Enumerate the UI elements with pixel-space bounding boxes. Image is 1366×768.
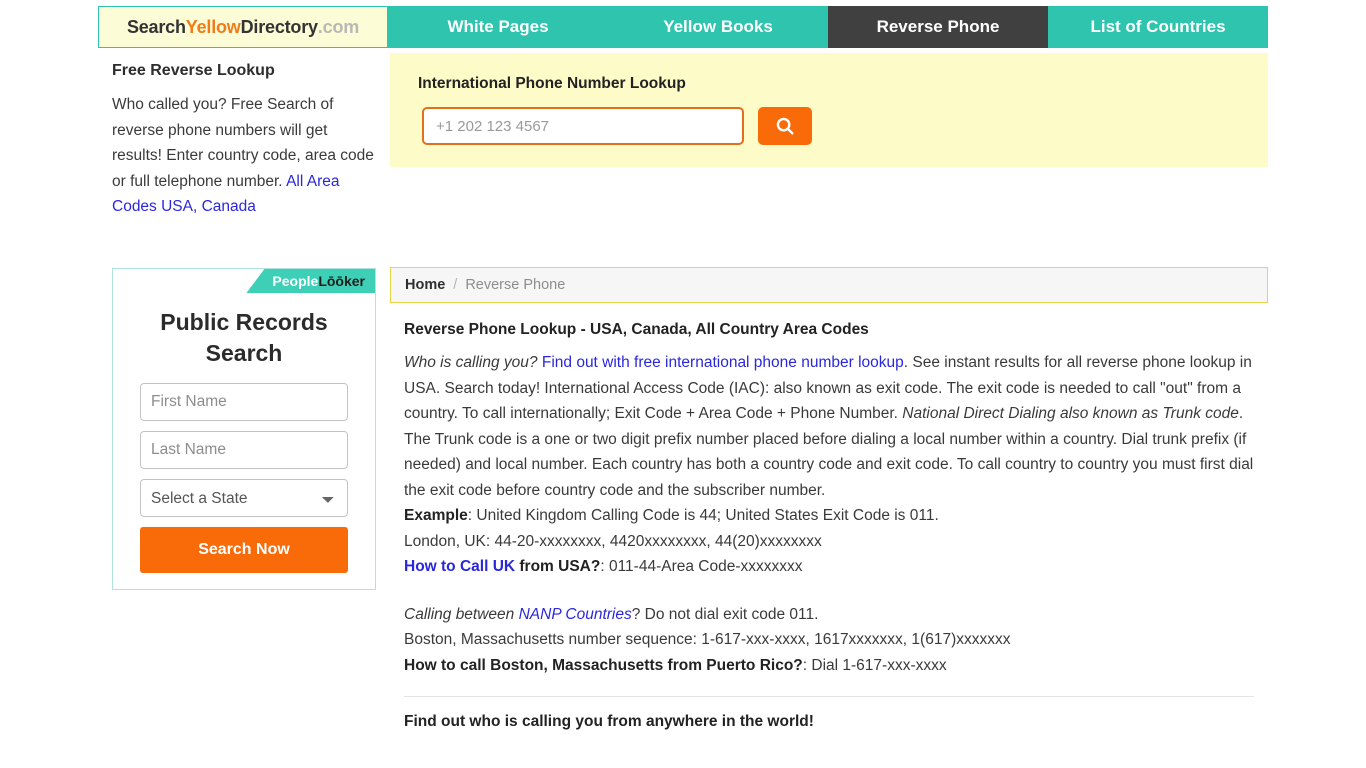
logo-text-yellow: Yellow [185, 16, 241, 37]
article-p1-italic-lead: Who is calling you? [404, 354, 538, 371]
phone-search-button[interactable] [758, 107, 812, 145]
example-label: Example [404, 507, 468, 524]
article-footer-heading: Find out who is calling you from anywher… [404, 713, 814, 730]
article-title: Reverse Phone Lookup - USA, Canada, All … [404, 321, 869, 338]
breadcrumb-separator: / [453, 277, 458, 293]
peoplelooker-logo-people: People [272, 273, 319, 289]
logo-text-search: Search [126, 16, 186, 37]
phone-lookup-heading: International Phone Number Lookup [418, 75, 686, 92]
main-content: Home / Reverse Phone Reverse Phone Looku… [390, 267, 1268, 731]
boston-tail: : Dial 1-617-xxx-xxxx [802, 656, 947, 674]
free-international-lookup-link[interactable]: Find out with free international phone n… [542, 354, 904, 371]
site-logo[interactable]: Search Yellow Directory .com [98, 6, 388, 48]
phone-number-input[interactable] [422, 107, 744, 145]
peoplelooker-banner-wrap: People Lōōker [113, 269, 375, 293]
search-now-button[interactable]: Search Now [140, 527, 348, 573]
boston-line: Boston, Massachusetts number sequence: 1… [404, 631, 1011, 648]
nav-label-white-pages: White Pages [447, 17, 549, 36]
nav-item-white-pages[interactable]: White Pages [388, 6, 608, 48]
example-text: : United Kingdom Calling Code is 44; Uni… [467, 507, 939, 524]
first-name-input[interactable] [140, 383, 348, 421]
article: Reverse Phone Lookup - USA, Canada, All … [390, 303, 1268, 731]
peoplelooker-logo: People Lōōker [246, 269, 375, 293]
breadcrumb-current: Reverse Phone [465, 277, 566, 293]
nanp-lead: Calling between [404, 605, 519, 623]
boston-bold: How to call Boston, Massachusetts from P… [404, 656, 803, 674]
content-divider [404, 696, 1254, 697]
site-header: Search Yellow Directory .com White Pages Ye… [98, 6, 1268, 48]
sidebar-intro: Free Reverse Lookup Who called you? Free… [112, 60, 380, 220]
breadcrumb: Home / Reverse Phone [390, 267, 1268, 303]
main-nav: White Pages Yellow Books Reverse Phone L… [388, 6, 1268, 48]
page-root: Search Yellow Directory .com White Pages Ye… [0, 0, 1366, 768]
logo-text-directory: Directory [240, 16, 318, 37]
uk-tail: : 011-44-Area Code-xxxxxxxx [600, 558, 803, 575]
last-name-input[interactable] [140, 431, 348, 469]
nav-label-list-of-countries: List of Countries [1090, 17, 1226, 36]
state-select[interactable]: Select a State [140, 479, 348, 517]
uk-bold-rest: from USA? [515, 558, 601, 575]
london-line: London, UK: 44-20-xxxxxxxx, 4420xxxxxxxx… [404, 532, 822, 550]
nanp-tail: ? Do not dial exit code 011. [631, 605, 819, 623]
nanp-countries-link[interactable]: NANP Countries [519, 606, 632, 623]
nav-label-reverse-phone: Reverse Phone [876, 17, 1000, 36]
phone-lookup-panel: International Phone Number Lookup [390, 53, 1268, 167]
widget-title: Public Records Search [160, 309, 328, 366]
article-paragraph-2: Calling between NANP Countries? Do not d… [404, 602, 1254, 679]
search-icon [774, 115, 796, 137]
article-paragraph-1: Who is calling you? Find out with free i… [404, 350, 1254, 580]
breadcrumb-home-link[interactable]: Home [405, 277, 445, 293]
nav-item-reverse-phone[interactable]: Reverse Phone [828, 6, 1048, 48]
sidebar-description: Who called you? Free Search of reverse p… [112, 92, 380, 220]
nav-label-yellow-books: Yellow Books [663, 17, 773, 36]
peoplelooker-widget: PeopleLōōker Public Records Search Selec… [112, 268, 376, 590]
nav-item-yellow-books[interactable]: Yellow Books [608, 6, 828, 48]
nav-item-list-of-countries[interactable]: List of Countries [1048, 6, 1268, 48]
logo-text-com: .com [317, 16, 360, 37]
how-to-call-uk-link[interactable]: How to Call UK [404, 558, 515, 575]
peoplelooker-logo-looker: Lōōker [318, 273, 365, 289]
article-p1-italic-2: National Direct Dialing also known as Tr… [902, 405, 1239, 422]
sidebar-title: Free Reverse Lookup [112, 62, 275, 79]
